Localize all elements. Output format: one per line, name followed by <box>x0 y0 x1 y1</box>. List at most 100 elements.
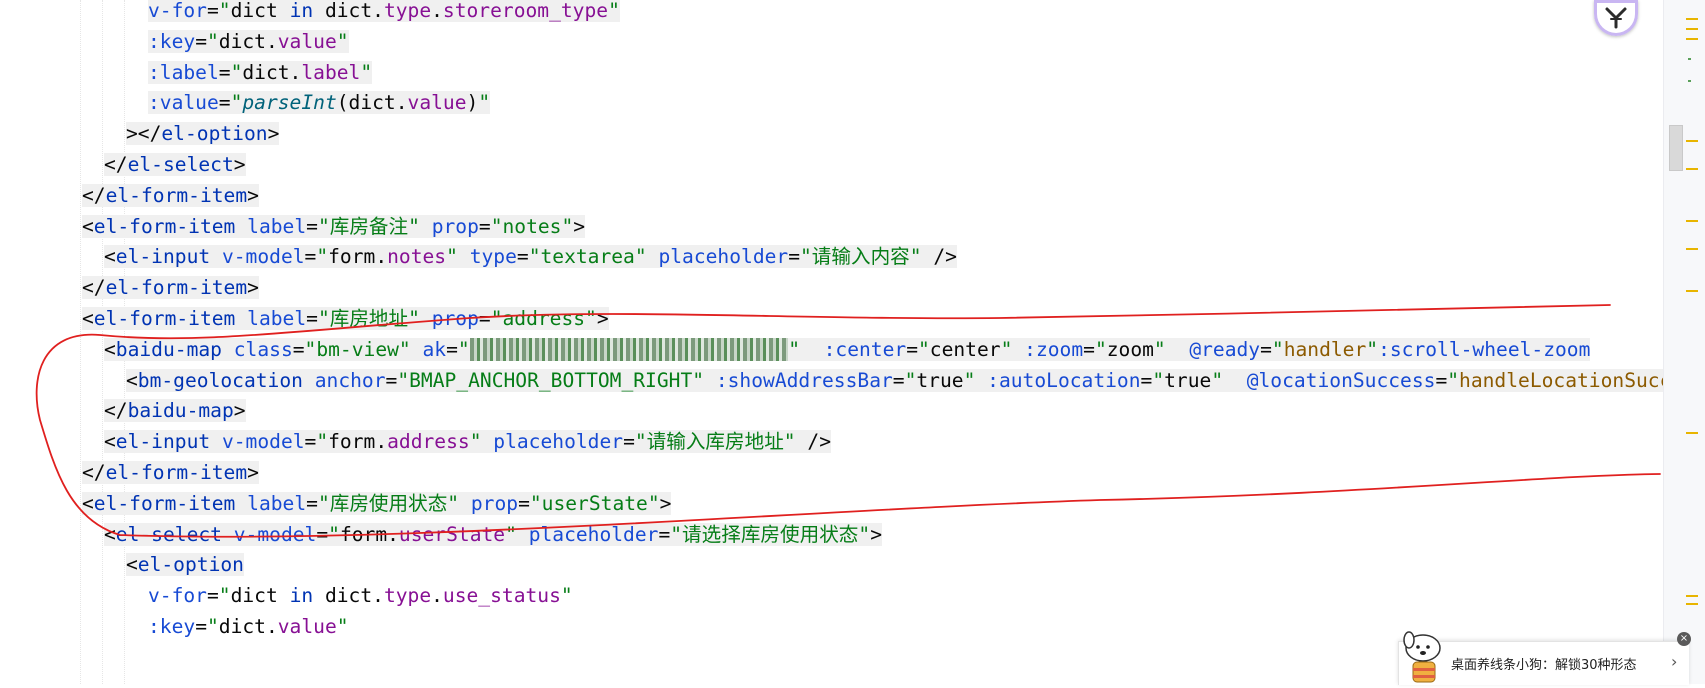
code-line[interactable]: v-for="dict in dict.type.use_status" <box>148 579 573 612</box>
code-token: handler <box>1283 337 1367 361</box>
code-line-content[interactable]: </baidu-map> <box>104 399 246 423</box>
code-line-content[interactable]: :key="dict.value" <box>148 29 349 53</box>
change-marker[interactable] <box>1688 80 1691 82</box>
notification-text[interactable]: 桌面养线条小狗：解锁30种形态 <box>1451 654 1637 673</box>
notification-banner[interactable]: 桌面养线条小狗：解锁30种形态 › <box>1398 631 1689 685</box>
warning-marker[interactable] <box>1686 248 1698 250</box>
code-token: " <box>1271 337 1284 361</box>
code-line[interactable]: <baidu-map class="bm-view" ak="xxxxxxxxx… <box>104 333 1591 366</box>
code-line-content[interactable]: <el-form-item label="库房地址" prop="address… <box>82 307 609 330</box>
code-line[interactable]: </el-select> <box>104 148 246 181</box>
code-token: = <box>518 491 530 515</box>
code-line[interactable]: <el-form-item label="库房备注" prop="notes"> <box>82 210 586 243</box>
code-line-content[interactable]: <el-select v-model="form.userState" plac… <box>104 522 882 546</box>
code-line[interactable]: </el-form-item> <box>82 179 259 212</box>
code-line-content[interactable]: ></el-option> <box>126 122 280 146</box>
code-token: = <box>306 214 318 238</box>
right-gutter[interactable] <box>1663 0 1705 684</box>
warning-marker[interactable] <box>1686 168 1698 170</box>
code-token: label <box>247 307 307 330</box>
code-token: > <box>247 276 259 300</box>
code-token: ak <box>422 337 447 361</box>
code-token: < <box>82 307 94 330</box>
code-line-content[interactable]: <el-input v-model="form.notes" type="tex… <box>104 245 957 269</box>
code-token: = <box>206 584 219 608</box>
warning-marker[interactable] <box>1686 140 1698 142</box>
code-line[interactable]: <el-form-item label="库房地址" prop="address… <box>82 302 609 335</box>
code-line-content[interactable]: </el-form-item> <box>82 183 259 207</box>
code-line[interactable]: :value="parseInt(dict.value)" <box>148 86 491 119</box>
warning-marker[interactable] <box>1686 28 1698 30</box>
code-token: = <box>195 615 207 638</box>
change-marker[interactable] <box>1688 58 1691 60</box>
code-line[interactable]: <el-form-item label="库房使用状态" prop="userS… <box>82 487 672 520</box>
code-line[interactable]: </baidu-map> <box>104 394 246 427</box>
code-editor[interactable]: v-for="dict in dict.type.storeroom_type"… <box>0 0 1663 684</box>
code-line-content[interactable]: <el-input v-model="form.address" placeho… <box>104 430 831 454</box>
warning-marker[interactable] <box>1686 290 1698 292</box>
code-token: = <box>1083 337 1095 361</box>
code-line[interactable]: :label="dict.label" <box>148 56 373 89</box>
code-line-content[interactable]: <el-option <box>126 553 244 577</box>
code-token: "bm-view" <box>304 337 423 361</box>
code-line-content[interactable]: </el-form-item> <box>82 276 259 300</box>
code-token: < <box>104 430 116 454</box>
code-token: :label <box>148 60 219 84</box>
code-line[interactable]: <el-option <box>126 548 244 581</box>
code-line[interactable]: </el-form-item> <box>82 271 259 304</box>
code-token: "notes" <box>490 214 574 238</box>
code-token: < <box>126 553 138 577</box>
code-line-content[interactable]: v-for="dict in dict.type.storeroom_type" <box>148 0 620 22</box>
code-token: notes <box>387 245 447 269</box>
code-token: " <box>505 522 529 546</box>
code-token: " <box>1152 368 1165 392</box>
code-line-content[interactable]: <baidu-map class="bm-view" ak="xxxxxxxxx… <box>104 337 1591 361</box>
code-token: </ <box>104 399 128 423</box>
chevron-right-icon[interactable]: › <box>1671 652 1677 671</box>
code-line[interactable]: :key="dict.value" <box>148 610 349 643</box>
code-token: < <box>104 245 116 269</box>
code-line[interactable]: ></el-option> <box>126 117 280 150</box>
code-line[interactable]: <el-select v-model="form.userState" plac… <box>104 518 882 551</box>
code-line[interactable]: <el-input v-model="form.notes" type="tex… <box>104 240 957 273</box>
code-token: bm-geolocation <box>137 368 315 392</box>
code-token: form. <box>328 245 388 269</box>
code-line-content[interactable]: <bm-geolocation anchor="BMAP_ANCHOR_BOTT… <box>126 368 1663 392</box>
code-line[interactable]: </el-form-item> <box>82 456 259 489</box>
warning-marker[interactable] <box>1686 432 1698 434</box>
code-token: = <box>1260 337 1272 361</box>
code-line[interactable]: :key="dict.value" <box>148 25 349 58</box>
code-token: el-form-item <box>93 307 248 330</box>
code-token: " <box>478 91 491 115</box>
warning-marker[interactable] <box>1686 220 1698 222</box>
code-line[interactable]: v-for="dict in dict.type.storeroom_type" <box>148 0 620 27</box>
code-line-content[interactable]: :label="dict.label" <box>148 60 373 84</box>
code-token: /> <box>807 430 831 454</box>
code-token: "请选择库房使用状态" <box>670 522 871 546</box>
code-token: baidu-map <box>127 399 234 423</box>
indent-guide <box>102 0 103 684</box>
code-line[interactable]: <bm-geolocation anchor="BMAP_ANCHOR_BOTT… <box>126 364 1663 397</box>
code-line-content[interactable]: v-for="dict in dict.type.use_status" <box>148 584 573 607</box>
code-line-content[interactable]: <el-form-item label="库房使用状态" prop="userS… <box>82 491 672 515</box>
code-token: = <box>788 245 801 269</box>
code-line-content[interactable]: </el-select> <box>104 153 246 176</box>
code-token: = <box>306 491 318 515</box>
code-line-content[interactable]: :key="dict.value" <box>148 615 349 638</box>
code-token: placeholder <box>658 245 789 269</box>
code-token: = <box>906 337 918 361</box>
code-line-content[interactable]: :value="parseInt(dict.value)" <box>148 91 491 115</box>
code-line-content[interactable]: </el-form-item> <box>82 461 259 484</box>
code-token: form. <box>339 522 399 546</box>
code-line-content[interactable]: <el-form-item label="库房备注" prop="notes"> <box>82 214 586 238</box>
code-token: dict <box>230 584 290 608</box>
warning-marker[interactable] <box>1686 603 1698 605</box>
code-token: > <box>247 183 259 207</box>
scroll-thumb[interactable] <box>1669 125 1683 171</box>
close-icon[interactable]: × <box>1677 632 1691 646</box>
warning-marker[interactable] <box>1686 595 1698 597</box>
code-token: > <box>233 153 246 176</box>
warning-marker[interactable] <box>1686 38 1698 40</box>
code-line[interactable]: <el-input v-model="form.address" placeho… <box>104 425 831 458</box>
warning-marker[interactable] <box>1686 18 1698 20</box>
